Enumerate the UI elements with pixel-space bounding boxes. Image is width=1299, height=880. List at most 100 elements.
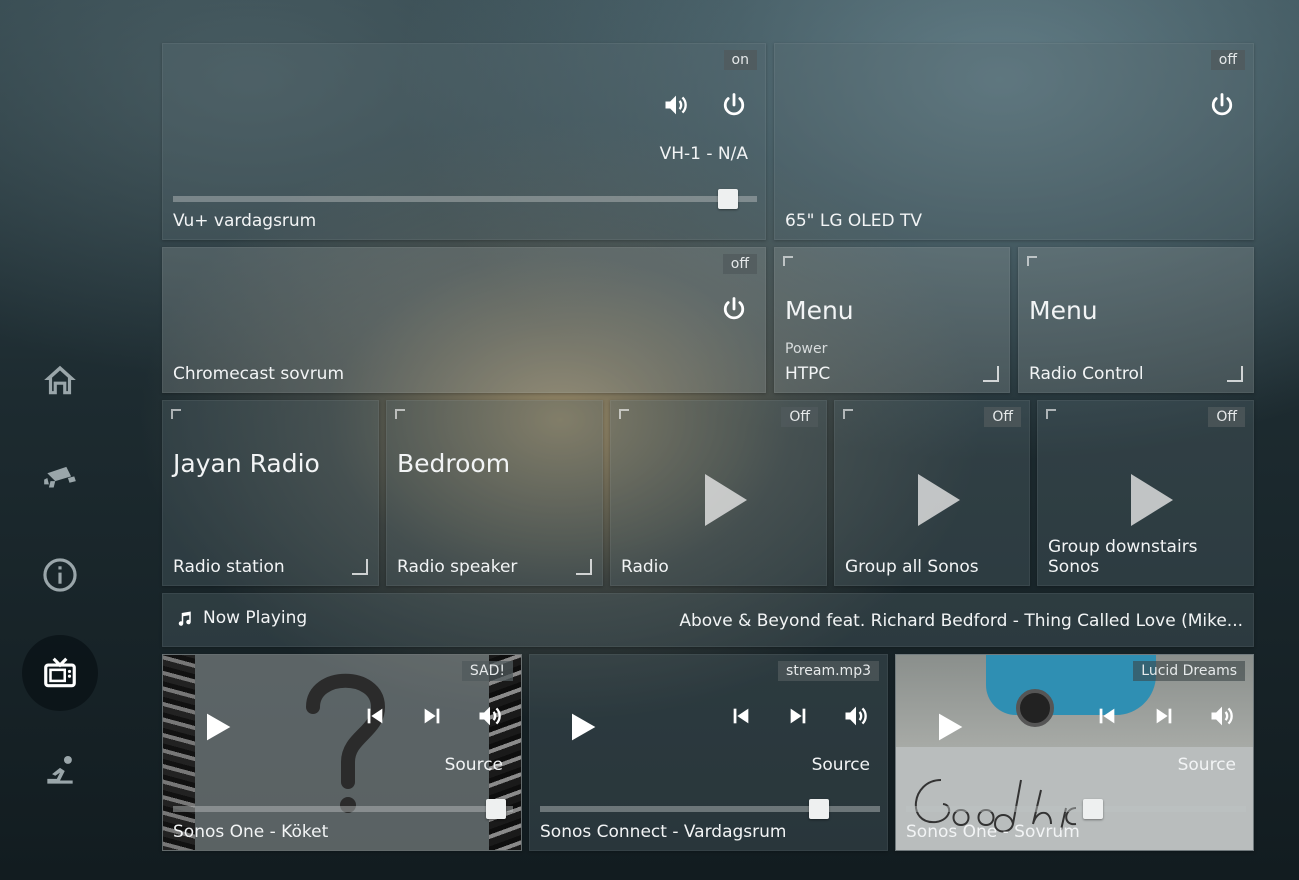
tile-title: Jayan Radio	[173, 449, 320, 478]
skip-previous-icon	[367, 708, 383, 724]
info-icon	[43, 558, 77, 592]
sonos-one-sovrum-player[interactable]: Lucid Dreams Source Sonos One - Sovrum	[895, 654, 1254, 851]
tile-label: Group all Sonos	[845, 557, 979, 577]
menu-radio-control-tile[interactable]: Menu Radio Control	[1018, 247, 1254, 393]
next-button[interactable]	[1147, 699, 1181, 733]
state-badge: off	[1210, 50, 1245, 70]
now-playing-bar: Now Playing Above & Beyond feat. Richard…	[162, 593, 1254, 647]
track-badge: stream.mp3	[778, 661, 879, 681]
home-icon	[44, 365, 76, 395]
person-icon	[47, 755, 73, 784]
state-badge: Off	[1208, 407, 1245, 427]
volume-icon	[1211, 706, 1233, 726]
play-icon[interactable]	[705, 474, 747, 526]
source-select[interactable]: Source	[1178, 755, 1236, 775]
volume-slider[interactable]	[906, 806, 1246, 812]
previous-button[interactable]	[358, 699, 392, 733]
nav-tv[interactable]	[22, 635, 98, 711]
tile-subtitle: Power	[785, 341, 828, 357]
next-button[interactable]	[781, 699, 815, 733]
corner-marker	[843, 409, 853, 419]
chromecast-sovrum-tile[interactable]: off Chromecast sovrum	[162, 247, 766, 393]
power-button[interactable]	[717, 292, 751, 326]
volume-button[interactable]	[659, 88, 693, 122]
group-downstairs-sonos-tile[interactable]: Off Group downstairs Sonos	[1037, 400, 1254, 586]
state-badge: Off	[781, 407, 818, 427]
jayan-radio-tile[interactable]: Jayan Radio Radio station	[162, 400, 379, 586]
tile-label: Radio	[621, 557, 669, 577]
previous-button[interactable]	[724, 699, 758, 733]
volume-icon	[665, 95, 687, 115]
nav-home[interactable]	[22, 342, 98, 418]
play-button[interactable]	[560, 705, 604, 749]
now-playing-label: Now Playing	[203, 608, 308, 628]
expand-icon[interactable]	[352, 559, 368, 575]
volume-button[interactable]	[473, 699, 507, 733]
skip-previous-icon	[1099, 708, 1115, 724]
tile-label: Radio station	[173, 557, 285, 577]
nav-info[interactable]	[22, 537, 98, 613]
volume-button[interactable]	[1205, 699, 1239, 733]
album-art-question-mark	[306, 673, 386, 813]
volume-slider-thumb[interactable]	[808, 799, 829, 819]
previous-button[interactable]	[1090, 699, 1124, 733]
lg-oled-tv-tile[interactable]: off 65" LG OLED TV	[774, 43, 1254, 240]
play-icon	[572, 713, 596, 741]
music-note-icon	[178, 611, 191, 626]
tv-icon	[44, 657, 76, 688]
state-badge: off	[722, 254, 757, 274]
volume-slider[interactable]	[173, 196, 757, 202]
corner-marker	[1046, 409, 1056, 419]
menu-htpc-tile[interactable]: Menu Power HTPC	[774, 247, 1010, 393]
album-art-car	[986, 655, 1156, 715]
state-badge: Off	[984, 407, 1021, 427]
source-select[interactable]: Source	[812, 755, 870, 775]
now-playing-track: Above & Beyond feat. Richard Bedford - T…	[679, 611, 1243, 631]
play-icon	[207, 713, 231, 741]
volume-slider-thumb[interactable]	[486, 799, 506, 819]
album-art-edge-right	[489, 655, 521, 850]
radio-script-tile[interactable]: Off Radio	[610, 400, 827, 586]
expand-icon[interactable]	[983, 366, 999, 382]
play-icon[interactable]	[1131, 474, 1173, 526]
track-badge: SAD!	[461, 661, 513, 681]
volume-button[interactable]	[839, 699, 873, 733]
tile-label: Chromecast sovrum	[173, 364, 345, 384]
expand-icon[interactable]	[576, 559, 592, 575]
sonos-connect-vardagsrum-player[interactable]: stream.mp3 Source Sonos Connect - Vardag…	[529, 654, 888, 851]
tile-label: HTPC	[785, 364, 831, 384]
vu-vardagsrum-tile[interactable]: on VH-1 - N/A Vu+ vardagsrum	[162, 43, 766, 240]
tile-label: 65" LG OLED TV	[785, 211, 923, 231]
sonos-one-koket-player[interactable]: SAD! Source Sonos One - Köket	[162, 654, 522, 851]
nav-person[interactable]	[22, 733, 98, 809]
tile-label: Vu+ vardagsrum	[173, 211, 317, 231]
corner-marker	[1027, 256, 1037, 266]
source-select[interactable]: Source	[445, 755, 503, 775]
bedroom-tile[interactable]: Bedroom Radio speaker	[386, 400, 603, 586]
play-icon	[939, 713, 963, 741]
volume-icon	[479, 706, 501, 726]
skip-next-icon	[1156, 708, 1172, 724]
skip-previous-icon	[733, 708, 749, 724]
tile-label: Radio speaker	[397, 557, 518, 577]
tile-label: Group downstairs Sonos	[1048, 537, 1198, 577]
play-button[interactable]	[195, 705, 239, 749]
play-button[interactable]	[927, 705, 971, 749]
expand-icon[interactable]	[1227, 366, 1243, 382]
channel-text: VH-1 - N/A	[659, 144, 748, 164]
group-all-sonos-tile[interactable]: Off Group all Sonos	[834, 400, 1030, 586]
player-label: Sonos Connect - Vardagsrum	[540, 822, 787, 842]
next-button[interactable]	[415, 699, 449, 733]
volume-slider[interactable]	[540, 806, 880, 812]
state-badge: on	[723, 50, 757, 70]
volume-slider-thumb[interactable]	[1083, 799, 1103, 819]
player-label: Sonos One - Sovrum	[906, 822, 1080, 842]
volume-slider-thumb[interactable]	[717, 189, 738, 209]
power-button[interactable]	[1205, 88, 1239, 122]
play-icon[interactable]	[918, 474, 960, 526]
power-button[interactable]	[717, 88, 751, 122]
camera-icon	[44, 466, 76, 488]
skip-next-icon	[790, 708, 806, 724]
volume-slider[interactable]	[173, 806, 513, 812]
nav-camera[interactable]	[22, 440, 98, 516]
